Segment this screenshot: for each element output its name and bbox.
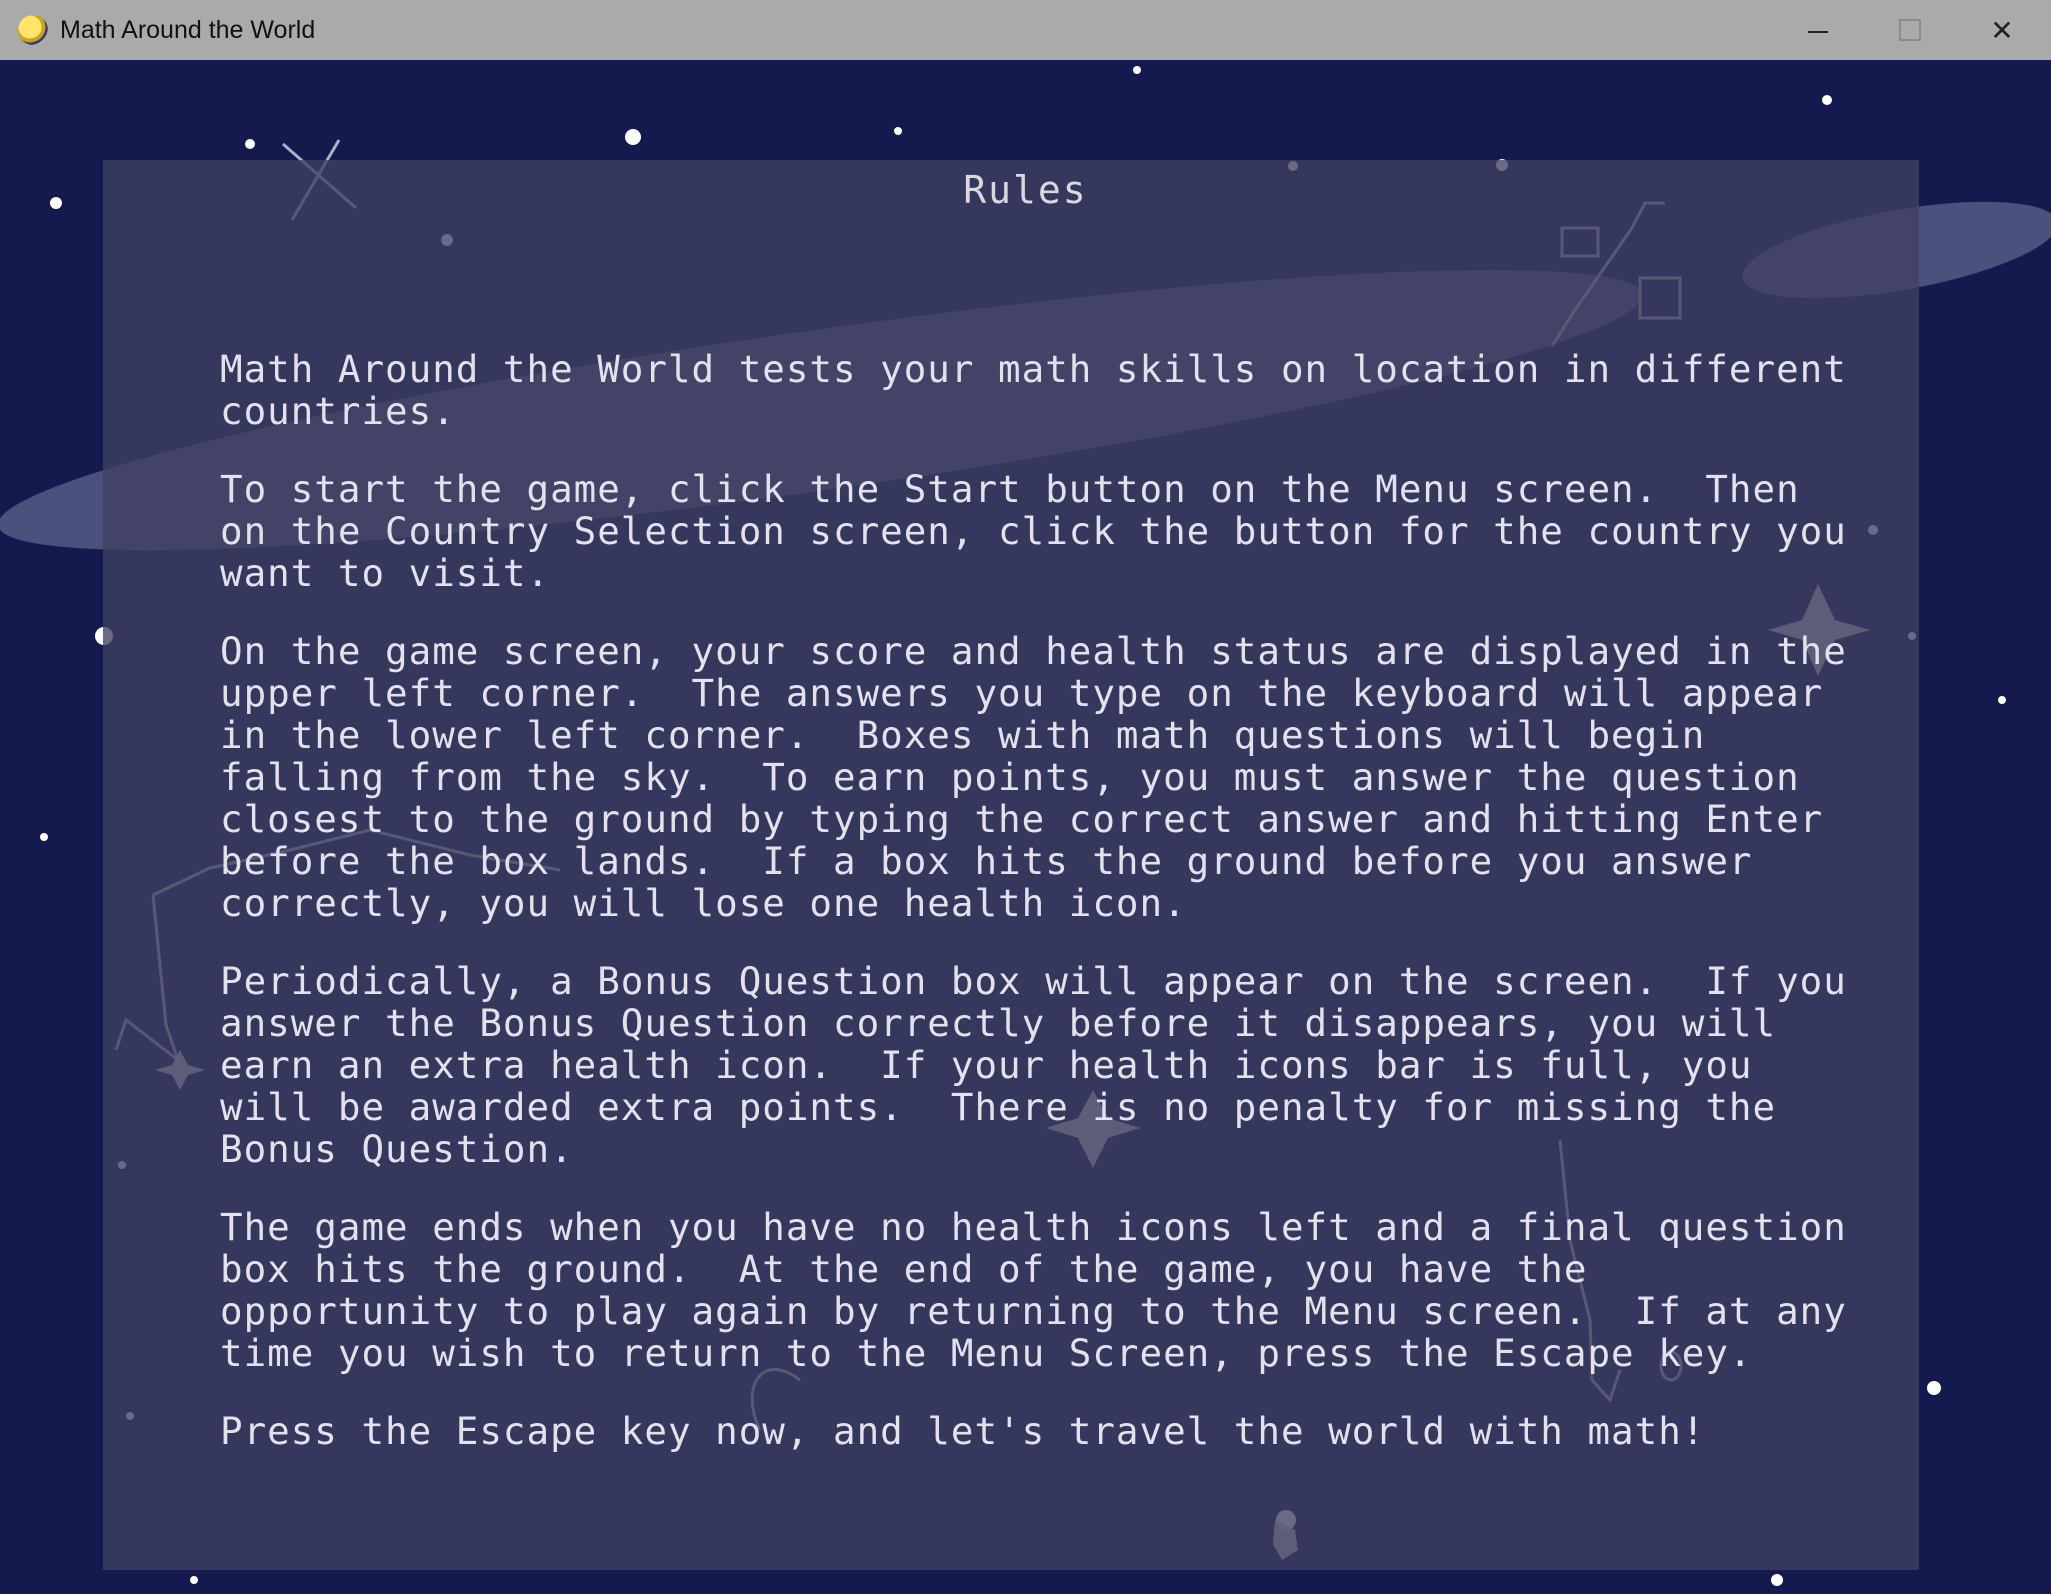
rules-paragraph: Math Around the World tests your math sk…: [220, 347, 1871, 433]
rules-heading: Rules: [963, 168, 1088, 212]
rules-paragraph: Press the Escape key now, and let's trav…: [220, 1409, 1706, 1453]
maximize-icon: [1899, 19, 1921, 41]
maximize-button[interactable]: [1864, 0, 1956, 60]
rules-text: Math Around the World tests your math sk…: [220, 348, 1870, 1488]
window-title: Math Around the World: [60, 15, 316, 44]
rules-paragraph: On the game screen, your score and healt…: [220, 629, 1871, 925]
close-button[interactable]: ✕: [1956, 0, 2048, 60]
close-icon: ✕: [1990, 13, 2014, 47]
game-canvas[interactable]: Rules Math Around the World tests your m…: [0, 60, 2051, 1594]
app-icon: [18, 15, 48, 45]
minimize-icon: [1808, 31, 1828, 33]
rules-paragraph: The game ends when you have no health ic…: [220, 1205, 1871, 1375]
minimize-button[interactable]: [1772, 0, 1864, 60]
rules-paragraph: To start the game, click the Start butto…: [220, 467, 1871, 595]
window-titlebar: Math Around the World ✕: [0, 0, 2051, 60]
rules-paragraph: Periodically, a Bonus Question box will …: [220, 959, 1871, 1171]
